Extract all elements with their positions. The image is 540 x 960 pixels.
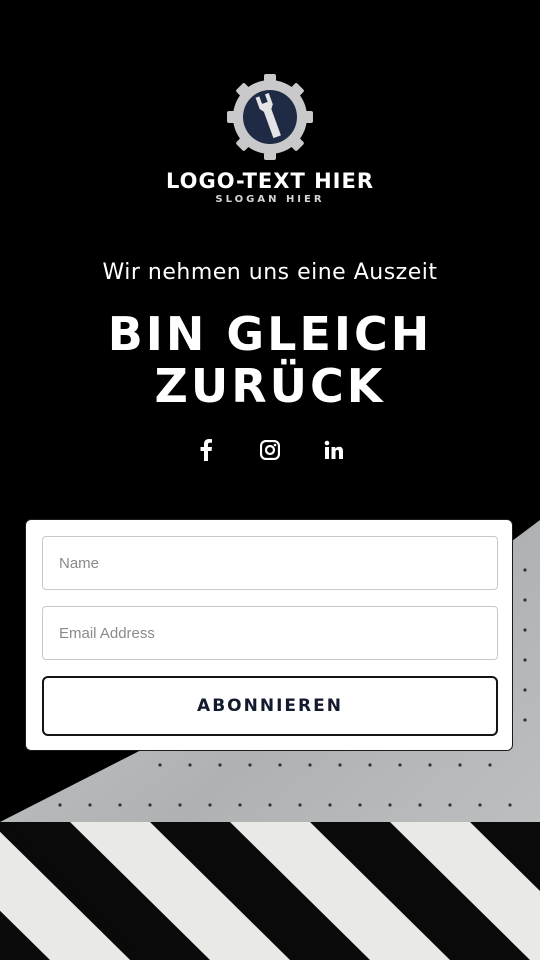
logo-text: LOGO-TEXT HIER [166,169,374,193]
headline-line-1: BIN GLEICH [107,307,433,361]
page-title: BIN GLEICH ZURÜCK [0,308,540,412]
name-input[interactable] [42,536,498,590]
headline-line-2: ZURÜCK [154,359,386,413]
instagram-link[interactable] [254,434,286,466]
social-links [0,434,540,466]
subscribe-button[interactable]: ABONNIEREN [42,676,498,736]
subscribe-form: ABONNIEREN [25,519,513,751]
logo-slogan: SLOGAN HIER [215,194,325,205]
facebook-link[interactable] [190,434,222,466]
linkedin-link[interactable] [318,434,350,466]
linkedin-icon [324,440,343,459]
facebook-icon [200,439,212,461]
email-input[interactable] [42,606,498,660]
instagram-icon [260,440,280,460]
tagline: Wir nehmen uns eine Auszeit [102,260,438,285]
logo: LOGO-TEXT HIER SLOGAN HIER [0,72,540,207]
wrench-gear-icon [227,74,313,160]
